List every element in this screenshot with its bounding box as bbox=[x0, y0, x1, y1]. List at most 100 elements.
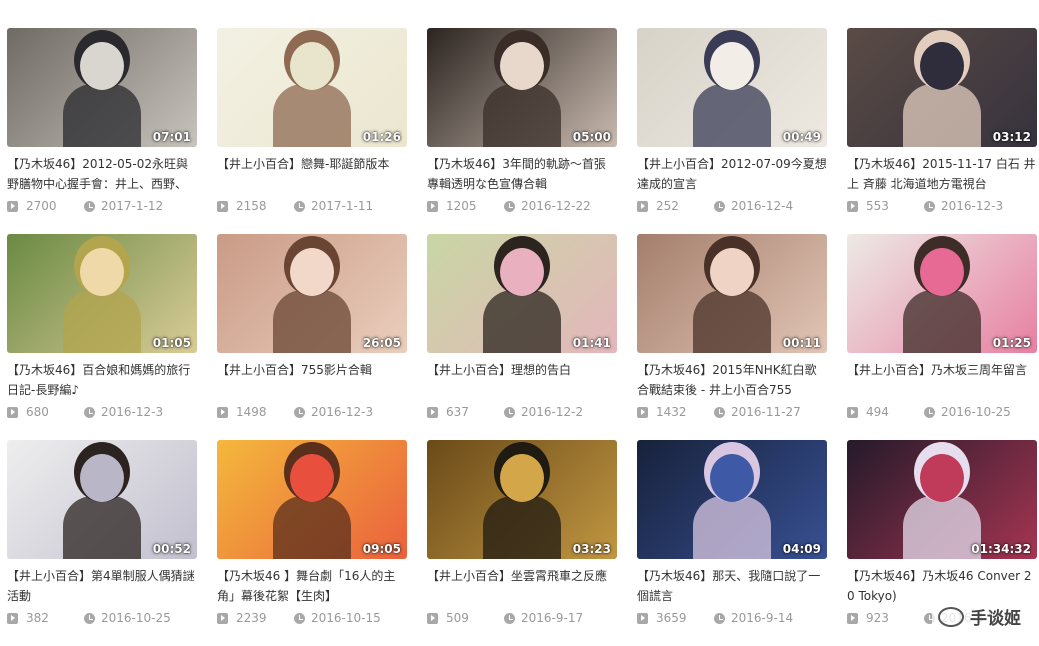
video-thumbnail[interactable]: 01:41 bbox=[427, 234, 617, 353]
video-card[interactable]: 05:00 【乃木坂46】3年間的軌跡～首張專輯透明な色宣傳合輯 1205 2016-… bbox=[427, 28, 617, 234]
video-duration: 01:05 bbox=[152, 336, 191, 350]
video-card[interactable]: 09:05 【乃木坂46 】舞台劇「16人的主角」幕後花絮【生肉】 2239 2016… bbox=[217, 440, 407, 646]
video-thumbnail[interactable]: 00:52 bbox=[7, 440, 197, 559]
video-card[interactable]: 00:11 【乃木坂46】2015年NHK紅白歌合戰結束後 - 井上小百合755 1… bbox=[637, 234, 827, 440]
video-card[interactable]: 04:09 【乃木坂46】那天、我隨口說了一個謊言 3659 2016-9-14 bbox=[637, 440, 827, 646]
clock-icon bbox=[84, 406, 95, 418]
video-title[interactable]: 【乃木坂46】2015-11-17 白石 井上 斉藤 北海道地方電視台 bbox=[847, 154, 1037, 194]
video-thumbnail[interactable]: 04:09 bbox=[637, 440, 827, 559]
video-card[interactable]: 26:05 【井上小百合】755影片合輯 1498 2016-12-3 bbox=[217, 234, 407, 440]
play-count-icon bbox=[847, 200, 858, 212]
video-duration: 00:52 bbox=[152, 542, 191, 556]
upload-date: 2016-12-22 bbox=[521, 199, 591, 213]
video-card[interactable]: 01:05 【乃木坂46】百合娘和媽媽的旅行日記-長野編♪ 680 2016-12-3 bbox=[7, 234, 197, 440]
video-title[interactable]: 【乃木坂46】乃木坂46 Conver 20 Tokyo) bbox=[847, 566, 1037, 606]
video-title[interactable]: 【井上小百合】第4單制服人偶猜謎活動 bbox=[7, 566, 197, 606]
video-duration: 00:11 bbox=[782, 336, 821, 350]
video-duration: 26:05 bbox=[362, 336, 401, 350]
video-card[interactable]: 03:12 【乃木坂46】2015-11-17 白石 井上 斉藤 北海道地方電視台… bbox=[847, 28, 1037, 234]
video-title[interactable]: 【乃木坂46】那天、我隨口說了一個謊言 bbox=[637, 566, 827, 606]
video-thumbnail[interactable]: 01:34:32 bbox=[847, 440, 1037, 559]
play-count-icon bbox=[217, 200, 228, 212]
clock-icon bbox=[504, 406, 515, 418]
view-count: 509 bbox=[446, 611, 469, 625]
upload-date: 2016-12-3 bbox=[311, 405, 374, 419]
clock-icon bbox=[294, 200, 305, 212]
view-count: 252 bbox=[656, 199, 679, 213]
upload-date: 2017-1-11 bbox=[311, 199, 374, 213]
video-duration: 05:00 bbox=[572, 130, 611, 144]
video-title[interactable]: 【井上小百合】坐雲霄飛車之反應 bbox=[427, 566, 617, 606]
video-card[interactable]: 01:41 【井上小百合】理想的告白 637 2016-12-2 bbox=[427, 234, 617, 440]
clock-icon bbox=[294, 406, 305, 418]
upload-date: 2016-9-17 bbox=[521, 611, 584, 625]
video-thumbnail[interactable]: 03:23 bbox=[427, 440, 617, 559]
upload-date: 2016-11-27 bbox=[731, 405, 801, 419]
video-meta: 1205 2016-12-22 bbox=[427, 199, 617, 213]
view-count: 923 bbox=[866, 611, 889, 625]
watermark-text: 手谈姬 bbox=[970, 609, 1021, 629]
video-duration: 03:23 bbox=[572, 542, 611, 556]
video-card[interactable]: 01:25 【井上小百合】乃木坂三周年留言 494 2016-10-25 bbox=[847, 234, 1037, 440]
wechat-icon bbox=[938, 606, 964, 627]
video-duration: 01:26 bbox=[362, 130, 401, 144]
view-count: 382 bbox=[26, 611, 49, 625]
video-thumbnail[interactable]: 00:49 bbox=[637, 28, 827, 147]
video-title[interactable]: 【乃木坂46】3年間的軌跡～首張專輯透明な色宣傳合輯 bbox=[427, 154, 617, 194]
play-count-icon bbox=[217, 406, 228, 418]
video-grid: 07:01 【乃木坂46】2012-05-02永旺與野膳物中心握手會：井上、西野、… bbox=[7, 28, 1037, 646]
video-meta: 2700 2017-1-12 bbox=[7, 199, 197, 213]
video-meta: 3659 2016-9-14 bbox=[637, 611, 827, 625]
play-count-icon bbox=[427, 406, 438, 418]
video-title[interactable]: 【乃木坂46 】舞台劇「16人的主角」幕後花絮【生肉】 bbox=[217, 566, 407, 606]
upload-date: 2016-12-4 bbox=[731, 199, 794, 213]
upload-date: 2017-1-12 bbox=[101, 199, 164, 213]
video-title[interactable]: 【乃木坂46】2015年NHK紅白歌合戰結束後 - 井上小百合755 bbox=[637, 360, 827, 400]
video-thumbnail[interactable]: 26:05 bbox=[217, 234, 407, 353]
play-count-icon bbox=[637, 200, 648, 212]
play-count-icon bbox=[847, 406, 858, 418]
video-duration: 01:25 bbox=[992, 336, 1031, 350]
video-meta: 2239 2016-10-15 bbox=[217, 611, 407, 625]
video-thumbnail[interactable]: 01:26 bbox=[217, 28, 407, 147]
clock-icon bbox=[924, 406, 935, 418]
clock-icon bbox=[714, 406, 725, 418]
clock-icon bbox=[714, 200, 725, 212]
video-card[interactable]: 03:23 【井上小百合】坐雲霄飛車之反應 509 2016-9-17 bbox=[427, 440, 617, 646]
video-card[interactable]: 00:52 【井上小百合】第4單制服人偶猜謎活動 382 2016-10-25 bbox=[7, 440, 197, 646]
video-title[interactable]: 【乃木坂46】百合娘和媽媽的旅行日記-長野編♪ bbox=[7, 360, 197, 400]
video-thumbnail[interactable]: 07:01 bbox=[7, 28, 197, 147]
play-count-icon bbox=[427, 200, 438, 212]
video-title[interactable]: 【井上小百合】2012-07-09今夏想達成的宣言 bbox=[637, 154, 827, 194]
video-card[interactable]: 00:49 【井上小百合】2012-07-09今夏想達成的宣言 252 2016-12… bbox=[637, 28, 827, 234]
video-title[interactable]: 【井上小百合】戀舞-耶誕節版本 bbox=[217, 154, 407, 194]
video-meta: 553 2016-12-3 bbox=[847, 199, 1037, 213]
view-count: 680 bbox=[26, 405, 49, 419]
video-title[interactable]: 【井上小百合】理想的告白 bbox=[427, 360, 617, 400]
video-duration: 03:12 bbox=[992, 130, 1031, 144]
video-thumbnail[interactable]: 03:12 bbox=[847, 28, 1037, 147]
video-thumbnail[interactable]: 00:11 bbox=[637, 234, 827, 353]
view-count: 2158 bbox=[236, 199, 267, 213]
video-duration: 04:09 bbox=[782, 542, 821, 556]
video-duration: 07:01 bbox=[152, 130, 191, 144]
play-count-icon bbox=[637, 612, 648, 624]
clock-icon bbox=[504, 612, 515, 624]
video-thumbnail[interactable]: 01:05 bbox=[7, 234, 197, 353]
view-count: 637 bbox=[446, 405, 469, 419]
video-thumbnail[interactable]: 05:00 bbox=[427, 28, 617, 147]
video-title[interactable]: 【井上小百合】755影片合輯 bbox=[217, 360, 407, 400]
video-card[interactable]: 01:26 【井上小百合】戀舞-耶誕節版本 2158 2017-1-11 bbox=[217, 28, 407, 234]
view-count: 1205 bbox=[446, 199, 477, 213]
upload-date: 2016-9-14 bbox=[731, 611, 794, 625]
clock-icon bbox=[84, 612, 95, 624]
video-title[interactable]: 【乃木坂46】2012-05-02永旺與野膳物中心握手會：井上、西野、岩 bbox=[7, 154, 197, 194]
video-title[interactable]: 【井上小百合】乃木坂三周年留言 bbox=[847, 360, 1037, 400]
video-thumbnail[interactable]: 09:05 bbox=[217, 440, 407, 559]
view-count: 1498 bbox=[236, 405, 267, 419]
view-count: 494 bbox=[866, 405, 889, 419]
watermark: 手谈姬 bbox=[932, 603, 1027, 630]
video-card[interactable]: 07:01 【乃木坂46】2012-05-02永旺與野膳物中心握手會：井上、西野、… bbox=[7, 28, 197, 234]
video-thumbnail[interactable]: 01:25 bbox=[847, 234, 1037, 353]
view-count: 1432 bbox=[656, 405, 687, 419]
